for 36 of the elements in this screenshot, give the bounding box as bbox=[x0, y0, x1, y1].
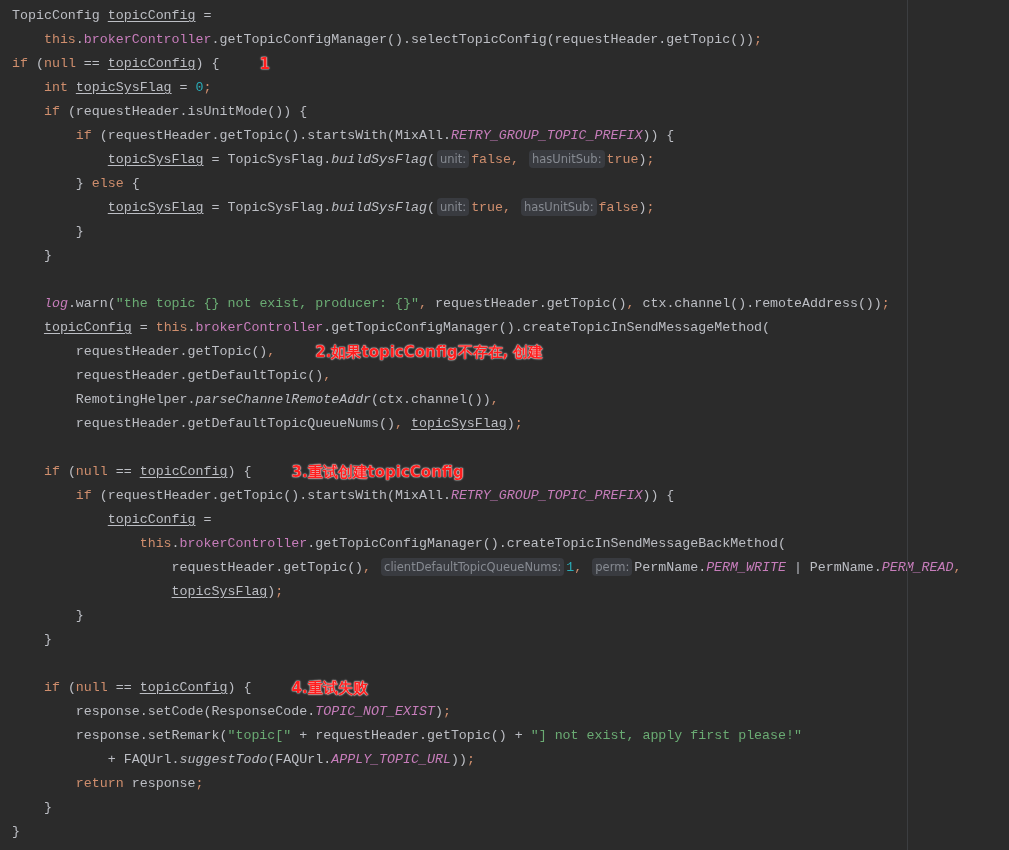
code-line: requestHeader.getTopic(), clientDefaultTopicQueueNums: 1, perm: PermName.PERM_WRITE | PermName.PERM_READ, bbox=[170, 557, 962, 579]
annotation-label: 1 bbox=[259, 53, 270, 75]
code-line: return response; bbox=[74, 775, 204, 793]
annotation-label: 2.如果topicConfig不存在, 创建 bbox=[315, 341, 544, 363]
code-line: if (null == topicConfig) { bbox=[12, 55, 220, 73]
code-line: TopicConfig topicConfig = bbox=[12, 7, 212, 25]
code-line: } bbox=[74, 223, 84, 241]
code-line: + FAQUrl.suggestTodo(FAQUrl.APPLY_TOPIC_URL)); bbox=[106, 751, 475, 769]
code-line: response.setCode(ResponseCode.TOPIC_NOT_EXIST); bbox=[74, 703, 451, 721]
code-line: if (requestHeader.getTopic().startsWith(MixAll.RETRY_GROUP_TOPIC_PREFIX)) { bbox=[74, 487, 675, 505]
code-line: requestHeader.getDefaultTopic(), bbox=[74, 367, 332, 385]
code-line: } bbox=[42, 799, 52, 817]
code-line: } bbox=[42, 247, 52, 265]
code-line: } bbox=[12, 823, 20, 841]
code-line: requestHeader.getDefaultTopicQueueNums(), topicSysFlag); bbox=[74, 415, 523, 433]
code-line: log.warn("the topic {} not exist, producer: {}", requestHeader.getTopic(), ctx.channel().remoteAddress()); bbox=[42, 295, 890, 313]
code-line: if (null == topicConfig) { bbox=[42, 679, 252, 697]
code-line: if (requestHeader.isUnitMode()) { bbox=[42, 103, 308, 121]
code-line: topicConfig = this.brokerController.getTopicConfigManager().createTopicInSendMessageMethod( bbox=[42, 319, 771, 337]
code-line: } bbox=[42, 631, 52, 649]
code-line: topicSysFlag = TopicSysFlag.buildSysFlag( unit: false, hasUnitSub: true); bbox=[106, 149, 655, 171]
code-line: } bbox=[74, 607, 84, 625]
annotation-label: 4.重试失败 bbox=[291, 677, 368, 699]
code-line: if (null == topicConfig) { bbox=[42, 463, 252, 481]
annotation-label: 3.重试创建topicConfig bbox=[291, 461, 464, 483]
code-line: topicSysFlag = TopicSysFlag.buildSysFlag( unit: true, hasUnitSub: false); bbox=[106, 197, 655, 219]
code-line: int topicSysFlag = 0; bbox=[42, 79, 212, 97]
code-line: RemotingHelper.parseChannelRemoteAddr(ctx.channel()), bbox=[74, 391, 499, 409]
code-line: this.brokerController.getTopicConfigManager().selectTopicConfig(requestHeader.getTopic()); bbox=[42, 31, 763, 49]
code-line: this.brokerController.getTopicConfigManager().createTopicInSendMessageBackMethod( bbox=[138, 535, 787, 553]
code-line: topicConfig = bbox=[106, 511, 212, 529]
code-line: if (requestHeader.getTopic().startsWith(MixAll.RETRY_GROUP_TOPIC_PREFIX)) { bbox=[74, 127, 675, 145]
code-line: topicSysFlag); bbox=[170, 583, 284, 601]
code-line: requestHeader.getTopic(), bbox=[74, 343, 276, 361]
code-line: } else { bbox=[74, 175, 140, 193]
code-line: response.setRemark("topic[" + requestHeader.getTopic() + "] not exist, apply first please!" bbox=[74, 727, 802, 745]
